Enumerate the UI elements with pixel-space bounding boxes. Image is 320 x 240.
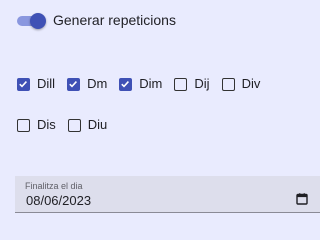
checkbox-unchecked[interactable] <box>17 118 30 132</box>
day-checkbox-div[interactable]: Div <box>220 74 261 94</box>
end-date-field[interactable]: Finalitza el dia 08/06/2023 <box>15 176 320 213</box>
day-checkbox-dm[interactable]: Dm <box>65 74 107 94</box>
checkbox-checked[interactable] <box>17 77 30 91</box>
day-checkbox-dim[interactable]: Dim <box>117 74 162 94</box>
day-checkbox-dis[interactable]: Dis <box>15 115 56 135</box>
toggle-knob <box>30 13 46 29</box>
day-checkbox-dill[interactable]: Dill <box>15 74 55 94</box>
day-checkbox-dij[interactable]: Dij <box>172 74 210 94</box>
check-icon <box>121 80 130 88</box>
day-label: Dill <box>37 76 56 91</box>
repeat-toggle-label: Generar repeticions <box>53 12 176 28</box>
repeat-toggle-row[interactable]: Generar repeticions <box>15 10 176 30</box>
checkbox-unchecked[interactable] <box>174 77 188 91</box>
weekday-row-2: Dis Diu <box>15 115 117 135</box>
end-date-value[interactable]: 08/06/2023 <box>26 193 91 208</box>
day-label: Div <box>241 76 261 91</box>
checkbox-checked[interactable] <box>67 77 81 91</box>
end-date-label: Finalitza el dia <box>25 181 83 191</box>
checkbox-checked[interactable] <box>119 77 133 91</box>
day-label: Dis <box>37 117 56 132</box>
weekday-row-1: Dill Dm Dim Dij Div <box>15 74 270 94</box>
check-icon <box>19 80 27 88</box>
repeat-toggle-switch[interactable] <box>15 10 47 30</box>
checkbox-unchecked[interactable] <box>221 77 235 91</box>
day-checkbox-diu[interactable]: Diu <box>66 115 108 135</box>
day-label: Dim <box>139 76 163 91</box>
calendar-icon[interactable] <box>296 193 308 205</box>
check-icon <box>69 80 78 88</box>
checkbox-unchecked[interactable] <box>67 118 81 132</box>
day-label: Diu <box>87 117 108 132</box>
day-label: Dm <box>87 76 108 91</box>
day-label: Dij <box>194 76 210 91</box>
